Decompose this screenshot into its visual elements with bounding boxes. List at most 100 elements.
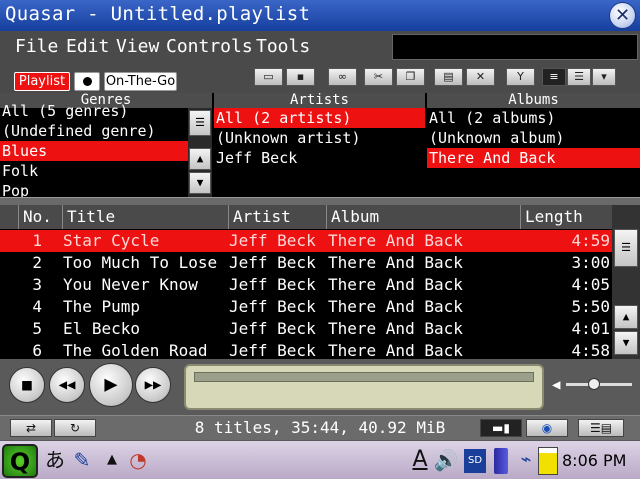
track-length: 4:05 <box>571 275 610 294</box>
tracks-scrollbar[interactable]: ☰ ▲ ▼ <box>612 205 640 359</box>
cut-icon[interactable]: ✂ <box>364 68 393 86</box>
track-album: There And Back <box>328 275 463 294</box>
artists-panel: Artists All (2 artists) (Unknown artist)… <box>214 93 425 197</box>
track-row[interactable]: 6 The Golden Road Jeff Beck There And Ba… <box>0 340 612 359</box>
track-album: There And Back <box>328 297 463 316</box>
view-menu-icon[interactable]: ▾ <box>592 68 616 86</box>
record-dot-icon <box>82 77 92 86</box>
film-icon: ▬▮ <box>492 421 510 435</box>
column-length[interactable]: Length <box>520 205 612 229</box>
column-title[interactable]: Title <box>62 205 228 229</box>
volume-low-icon: ◀ <box>552 377 561 393</box>
menu-tools[interactable]: Tools <box>256 36 310 57</box>
network-icon[interactable]: ⌁ <box>514 446 538 474</box>
sd-card-icon[interactable]: SD <box>464 449 486 473</box>
view-detail-icon[interactable]: ☰ <box>567 68 591 86</box>
layout-button[interactable]: ☰▤ <box>578 419 624 437</box>
track-length: 5:50 <box>571 297 610 316</box>
scroll-down-icon[interactable]: ▼ <box>614 331 638 355</box>
albums-header: Albums <box>427 93 640 108</box>
artist-item[interactable]: (Unknown artist) <box>214 128 425 148</box>
q-menu-icon[interactable]: Q <box>2 444 38 478</box>
link-icon[interactable]: ∞ <box>328 68 357 86</box>
track-length: 3:00 <box>571 253 610 272</box>
track-number: 3 <box>32 275 42 294</box>
column-album[interactable]: Album <box>326 205 520 229</box>
track-artist: Jeff Beck <box>229 319 316 338</box>
tab-on-the-go[interactable]: On-The-Go <box>104 72 177 91</box>
column-artist[interactable]: Artist <box>228 205 326 229</box>
genres-panel: Genres All (5 genres) (Undefined genre) … <box>0 93 212 197</box>
menu-controls[interactable]: Controls <box>166 36 253 57</box>
previous-button[interactable]: ◀◀ <box>49 367 85 403</box>
scroll-thumb-icon[interactable]: ☰ <box>189 110 211 136</box>
track-number: 5 <box>32 319 42 338</box>
play-button[interactable]: ▶ <box>89 363 133 407</box>
clear-filter-icon[interactable]: Y <box>506 68 535 86</box>
splitter[interactable] <box>0 197 640 205</box>
open-folder-icon[interactable]: ▭ <box>254 68 283 86</box>
copy-icon[interactable]: ❐ <box>396 68 425 86</box>
artist-item[interactable]: Jeff Beck <box>214 148 425 168</box>
delete-icon[interactable]: ✕ <box>466 68 495 86</box>
media-player-icon[interactable]: ◔ <box>122 446 154 474</box>
close-button[interactable]: ✕ <box>609 2 636 29</box>
scroll-down-icon[interactable]: ▼ <box>189 172 211 194</box>
menu-view[interactable]: View <box>116 36 159 57</box>
track-row[interactable]: 5 El Becko Jeff Beck There And Back 4:01 <box>0 318 612 340</box>
genre-item[interactable]: All (5 genres) <box>0 101 188 121</box>
genre-item[interactable]: Folk <box>0 161 188 181</box>
track-title: El Becko <box>63 319 141 338</box>
search-field[interactable] <box>392 34 638 60</box>
track-row[interactable]: 3 You Never Know Jeff Beck There And Bac… <box>0 274 612 296</box>
save-icon[interactable]: ▪ <box>286 68 315 86</box>
record-tab[interactable] <box>74 72 100 91</box>
track-number: 2 <box>32 253 42 272</box>
scroll-thumb-icon[interactable]: ☰ <box>614 229 638 267</box>
track-artist: Jeff Beck <box>229 341 316 359</box>
track-row[interactable]: 1 Star Cycle Jeff Beck There And Back 4:… <box>0 230 612 252</box>
track-row[interactable]: 2 Too Much To Lose Jeff Beck There And B… <box>0 252 612 274</box>
next-button[interactable]: ▶▶ <box>135 367 171 403</box>
pen-icon[interactable]: ✎ <box>68 446 96 474</box>
album-item[interactable]: All (2 albums) <box>427 108 640 128</box>
window-title: Quasar - Untitled.playlist <box>5 3 311 25</box>
track-artist: Jeff Beck <box>229 253 316 272</box>
artists-header: Artists <box>214 93 425 108</box>
track-row[interactable]: 4 The Pump Jeff Beck There And Back 5:50 <box>0 296 612 318</box>
album-item[interactable]: There And Back <box>427 148 640 168</box>
track-title: Star Cycle <box>63 231 160 250</box>
clock[interactable]: 8:06 PM <box>562 451 626 470</box>
tab-playlist[interactable]: Playlist <box>14 72 70 91</box>
storage-icon[interactable] <box>494 448 508 474</box>
track-album: There And Back <box>328 253 463 272</box>
up-arrow-icon[interactable]: ▲ <box>104 446 120 474</box>
album-item[interactable]: (Unknown album) <box>427 128 640 148</box>
column-no[interactable]: No. <box>18 205 62 229</box>
eye-button[interactable]: ◉ <box>526 419 568 437</box>
speaker-icon[interactable]: 🔊 <box>432 446 460 474</box>
track-title: The Pump <box>63 297 141 316</box>
paste-icon[interactable]: ▤ <box>434 68 463 86</box>
keyboard-indicator[interactable]: A <box>408 446 432 474</box>
track-length: 4:58 <box>571 341 610 359</box>
menu-edit[interactable]: Edit <box>66 36 109 57</box>
genre-item[interactable]: Blues <box>0 141 188 161</box>
stop-icon: ■ <box>22 375 32 394</box>
artist-item[interactable]: All (2 artists) <box>214 108 425 128</box>
genre-item[interactable]: (Undefined genre) <box>0 121 188 141</box>
scroll-up-icon[interactable]: ▲ <box>614 305 638 329</box>
progress-bar[interactable] <box>194 372 534 382</box>
genres-scrollbar[interactable]: ☰ ▲ ▼ <box>188 108 212 197</box>
now-playing-display <box>184 364 544 410</box>
volume-knob[interactable] <box>588 378 600 390</box>
genre-item[interactable]: Pop <box>0 181 188 197</box>
scroll-up-icon[interactable]: ▲ <box>189 148 211 170</box>
view-list-icon[interactable]: ≡ <box>542 68 566 86</box>
visualizer-button[interactable]: ▬▮ <box>480 419 522 437</box>
stop-button[interactable]: ■ <box>9 367 45 403</box>
battery-icon[interactable] <box>538 447 558 475</box>
track-length: 4:59 <box>571 231 610 250</box>
menu-file[interactable]: File <box>15 36 58 57</box>
input-method-indicator[interactable]: あ <box>44 446 66 474</box>
